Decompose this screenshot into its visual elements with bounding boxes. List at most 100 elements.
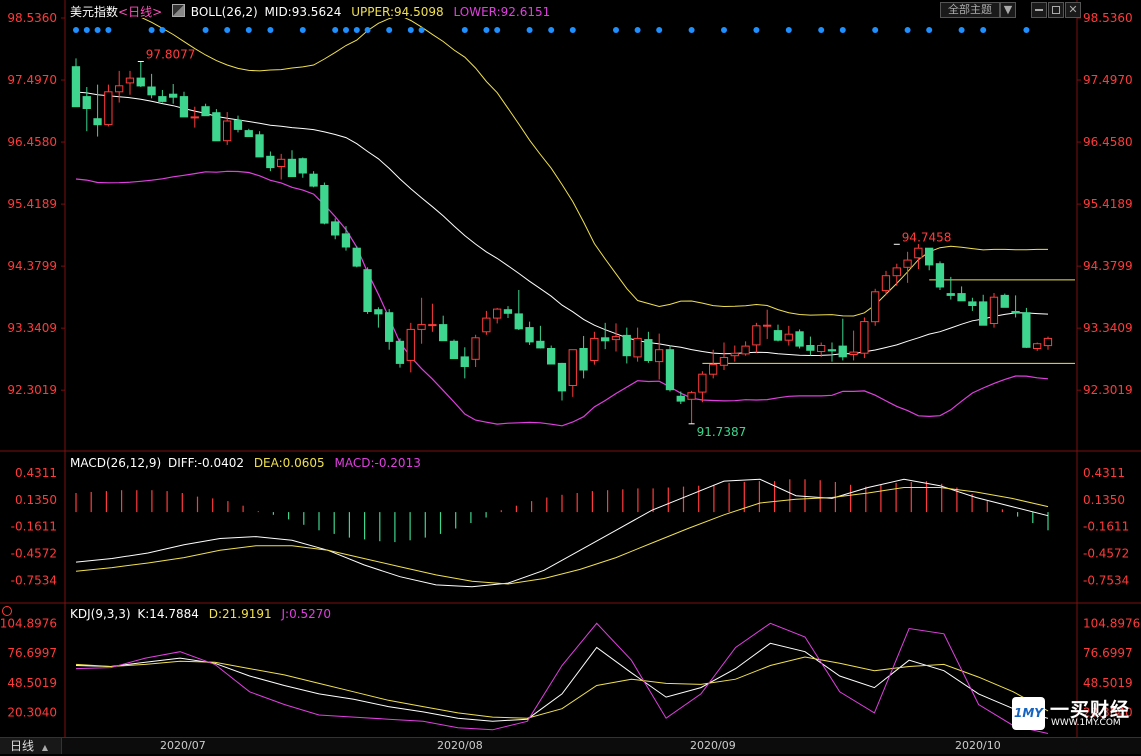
close-button[interactable]: ✕ [1065, 2, 1081, 18]
y-tick-label: 93.3409 [7, 321, 57, 335]
candle [82, 96, 91, 109]
date-label: 2020/09 [690, 739, 736, 752]
candle [925, 247, 934, 266]
signal-dot [343, 27, 349, 33]
candle [752, 325, 761, 346]
theme-dropdown-label: 全部主题 [948, 3, 992, 16]
candle [860, 321, 869, 354]
theme-dropdown-arrow[interactable]: ▼ [1000, 2, 1016, 18]
kdj-label[interactable]: KDJ(9,3,3) [70, 607, 131, 621]
candle [341, 233, 351, 248]
candle [590, 337, 599, 361]
candle [881, 275, 891, 292]
y-tick-label: 76.6997 [7, 646, 57, 660]
signal-dot [613, 27, 619, 33]
candle [1022, 312, 1031, 348]
candle [935, 263, 945, 288]
candle [266, 155, 275, 169]
restore-button[interactable] [1048, 2, 1064, 18]
candle [838, 345, 847, 358]
y-tick-label: 93.3409 [1083, 321, 1133, 335]
kdj-k-line [75, 642, 1049, 722]
period-label[interactable]: <日线> [118, 5, 162, 19]
panel-settings-icon[interactable] [2, 606, 12, 616]
candle [655, 349, 664, 363]
signal-dot [980, 27, 987, 33]
candle [287, 158, 297, 178]
y-tick-label: 95.4189 [7, 197, 57, 211]
chart-canvas[interactable]: 98.5360 98.5360 97.4970 97.4970 96.4580 96.45… [0, 0, 1141, 753]
candle [763, 324, 772, 327]
bottom-date-bar: 日线 ▲ 2020/07 2020/08 2020/09 2020/10 [0, 737, 1141, 754]
y-tick-label: 92.3019 [7, 383, 57, 397]
date-label: 2020/08 [437, 739, 483, 752]
candle [1033, 343, 1042, 350]
y-tick-label: -0.7534 [1083, 574, 1129, 588]
y-tick-label: -0.1611 [1083, 520, 1129, 534]
candle [503, 309, 513, 314]
candle [471, 337, 480, 360]
kdj-header: KDJ(9,3,3) K:14.7884 D:21.9191 J:0.5270 [70, 607, 331, 621]
signal-dot [839, 27, 846, 33]
y-tick-label: 97.4970 [7, 73, 57, 87]
signal-dot [548, 27, 555, 33]
candle [968, 301, 977, 306]
minimize-icon [1035, 9, 1043, 11]
candle [223, 120, 232, 142]
signal-dot [904, 27, 911, 33]
boll-label[interactable]: BOLL(26,2) [191, 5, 258, 19]
theme-dropdown-button[interactable]: 全部主题 [940, 2, 1000, 18]
y-tick-label: 0.4311 [1083, 466, 1125, 480]
candle [233, 119, 243, 130]
boll-mid-value: MID:93.5624 [264, 5, 342, 19]
candle [363, 269, 372, 313]
candle [741, 345, 750, 355]
candle [817, 345, 826, 352]
y-tick-label: -0.1611 [11, 520, 57, 534]
candle [298, 158, 307, 174]
y-tick-label: 20.3040 [7, 706, 57, 720]
candle [115, 85, 124, 93]
y-tick-label: 98.5360 [1083, 11, 1133, 25]
candle [385, 312, 394, 342]
minimize-button[interactable] [1031, 2, 1047, 18]
price-annotation: 97.8077 [146, 47, 196, 61]
brand-url: WWW.1MY.COM [1051, 718, 1121, 728]
candle [417, 324, 426, 330]
y-tick-label: 0.1350 [1083, 493, 1125, 507]
candle [320, 185, 329, 224]
period-tab[interactable]: 日线 ▲ [0, 738, 62, 754]
candle [784, 333, 793, 341]
restore-icon [1052, 6, 1060, 14]
y-tick-label: 97.4970 [1083, 73, 1133, 87]
kdj-j-value: J:0.5270 [281, 607, 332, 621]
signal-dot [159, 27, 166, 33]
candle [957, 293, 966, 302]
indicator-switch-icon[interactable] [171, 4, 185, 17]
signal-dot [785, 27, 792, 33]
candle [709, 364, 718, 375]
signal-dot [926, 27, 933, 33]
y-tick-label: 94.3799 [7, 259, 57, 273]
signal-dot [94, 27, 101, 33]
signal-dot [418, 27, 425, 33]
candle [903, 259, 912, 268]
candle [730, 352, 739, 357]
candle [93, 118, 102, 126]
macd-label[interactable]: MACD(26,12,9) [70, 456, 161, 470]
candle [406, 328, 415, 361]
y-tick-label: -0.4572 [1083, 547, 1129, 561]
candle [1011, 311, 1020, 314]
candle [158, 96, 167, 102]
chevron-down-icon: ▼ [1003, 3, 1013, 16]
candle [536, 340, 545, 349]
boll-group [75, 18, 1049, 427]
candle [331, 221, 340, 236]
candle [622, 334, 631, 357]
candle [147, 86, 156, 96]
candle [104, 91, 113, 126]
candle [871, 291, 880, 323]
candle [136, 77, 145, 87]
candle [795, 331, 804, 347]
candle [460, 356, 469, 367]
